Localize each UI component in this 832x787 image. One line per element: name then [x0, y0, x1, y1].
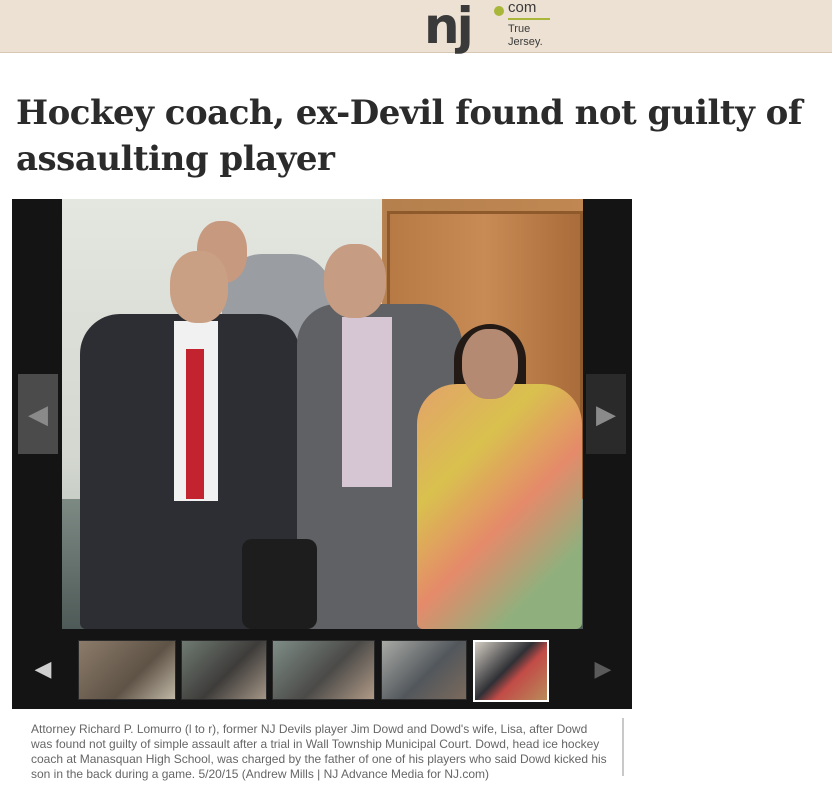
photo-person-lisa [417, 384, 582, 629]
thumbnail-strip: ◀ ▶ [12, 635, 632, 709]
gallery-prev-button[interactable]: ◀ [18, 374, 58, 454]
nj-logo[interactable]: nj com True Jersey. [424, 0, 564, 55]
main-photo[interactable] [62, 199, 583, 629]
photo-lisa-head [462, 329, 518, 399]
chevron-right-icon: ▶ [596, 398, 616, 429]
article-headline: Hockey coach, ex-Devil found not guilty … [16, 93, 802, 179]
photo-dowd-shirt [342, 317, 392, 487]
caption-divider [622, 718, 624, 776]
site-header: nj com True Jersey. [0, 0, 832, 53]
logo-dot [494, 6, 504, 16]
photo-attorney-head [170, 251, 228, 323]
photo-attorney-tie [186, 349, 204, 499]
thumbnail-prev-button[interactable]: ◀ [24, 639, 62, 699]
photo-dowd-head [324, 244, 386, 318]
chevron-left-icon: ◀ [28, 398, 48, 429]
photo-caption: Attorney Richard P. Lomurro (l to r), fo… [31, 722, 607, 781]
thumbnail-4[interactable] [381, 640, 467, 700]
logo-rule [508, 18, 550, 20]
gallery-next-button[interactable]: ▶ [586, 374, 626, 454]
thumbnail-3[interactable] [272, 640, 375, 700]
chevron-left-icon: ◀ [34, 656, 52, 681]
thumbnail-2[interactable] [181, 640, 267, 700]
logo-tagline-true: True [508, 23, 531, 35]
logo-mark: nj [424, 0, 474, 55]
logo-com: com [508, 0, 537, 16]
photo-gallery: ◀ ▶ ◀ ▶ [12, 199, 632, 709]
chevron-right-icon: ▶ [594, 656, 612, 681]
thumbnail-5[interactable] [473, 640, 549, 702]
photo-briefcase [242, 539, 317, 629]
thumbnail-1[interactable] [78, 640, 176, 700]
thumbnail-next-button[interactable]: ▶ [584, 639, 622, 699]
logo-tagline-jersey: Jersey. [508, 36, 543, 48]
